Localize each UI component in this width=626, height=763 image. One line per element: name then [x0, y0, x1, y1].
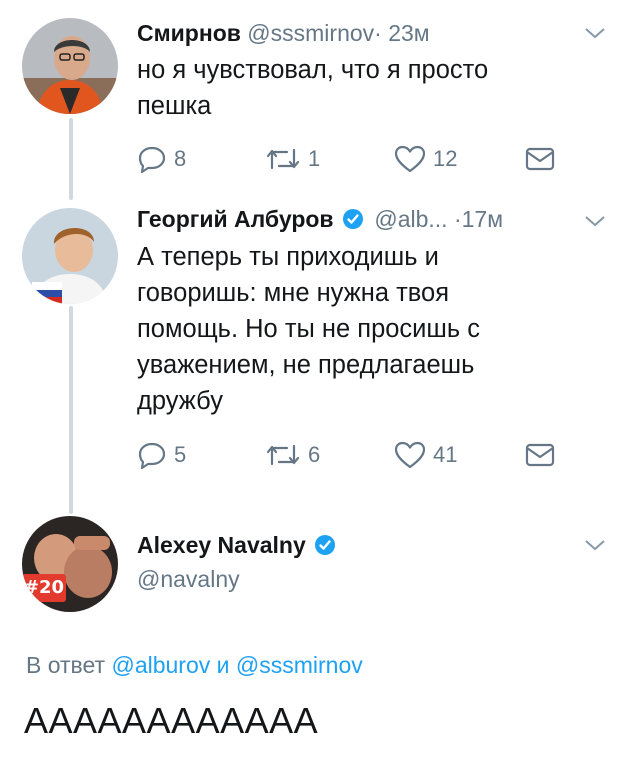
retweet-icon: [266, 148, 300, 170]
reply-icon: [138, 146, 166, 174]
reply-prefix: В ответ: [26, 652, 106, 678]
reply-conjunction: и: [216, 652, 230, 678]
reply-mention-link[interactable]: @sssmirnov: [236, 652, 363, 678]
direct-message-button[interactable]: [524, 142, 556, 176]
retweet-icon: [266, 444, 300, 466]
avatar[interactable]: #20: [22, 516, 118, 612]
tweet-text-line: но я чувствовал, что я просто: [137, 56, 489, 84]
direct-message-icon: [525, 443, 555, 467]
main-tweet-text: АААААААААААА: [24, 700, 319, 741]
tweet-text-line: говоришь: мне нужна твоя: [137, 279, 450, 307]
avatar-badge-text: #20: [23, 577, 65, 598]
direct-message-button[interactable]: [524, 438, 556, 472]
avatar[interactable]: [22, 208, 118, 304]
avatar[interactable]: [22, 18, 118, 114]
verified-icon: [342, 208, 364, 236]
separator-dot: ·: [374, 20, 382, 46]
direct-message-icon: [525, 147, 555, 171]
chevron-down-icon[interactable]: [584, 538, 606, 557]
tweet-text: А теперь ты приходишь и говоришь: мне ну…: [137, 239, 577, 419]
reply-count: 8: [174, 146, 187, 171]
tweet-text: но я чувствовал, что я просто пешка: [137, 52, 577, 124]
verified-icon: [314, 534, 336, 562]
separator-dot: ·: [453, 206, 462, 232]
reply-button[interactable]: 5: [137, 438, 186, 472]
timestamp[interactable]: 23м: [388, 20, 429, 46]
tweet-text-line: пешка: [137, 92, 212, 120]
author-name[interactable]: Alexey Navalny: [137, 532, 306, 558]
like-icon: [394, 441, 426, 469]
author-handle[interactable]: @navalny: [137, 566, 240, 592]
reply-context: В ответ @alburov и @sssmirnov: [26, 652, 363, 679]
author-name[interactable]: Смирнов: [137, 20, 241, 46]
reply-button[interactable]: 8: [137, 142, 186, 176]
like-count: 41: [433, 442, 458, 467]
chevron-down-icon[interactable]: [584, 214, 606, 233]
reply-mention-link[interactable]: @alburov: [111, 652, 210, 678]
reply-icon: [138, 442, 166, 470]
avatar-badge: #20: [22, 574, 66, 602]
tweet-text-line: дружбу: [137, 387, 223, 415]
retweet-button[interactable]: 1: [265, 142, 320, 176]
timestamp[interactable]: 17м: [462, 206, 503, 232]
like-button[interactable]: 12: [394, 142, 457, 176]
like-button[interactable]: 41: [394, 438, 457, 472]
chevron-down-icon[interactable]: [584, 26, 606, 45]
author-name[interactable]: Георгий Албуров: [137, 206, 334, 232]
like-icon: [394, 145, 426, 173]
tweet-text-line: А теперь ты приходишь и: [137, 243, 439, 271]
retweet-count: 1: [308, 146, 321, 171]
tweet-actions: 5 6 41: [137, 438, 567, 472]
retweet-button[interactable]: 6: [265, 438, 320, 472]
tweet-2[interactable]: Георгий Албуров @alb... ·17м А теперь ты…: [0, 200, 626, 510]
author-handle[interactable]: @sssmirnov: [247, 20, 374, 46]
retweet-count: 6: [308, 442, 321, 467]
like-count: 12: [433, 146, 458, 171]
reply-count: 5: [174, 442, 187, 467]
tweet-1[interactable]: Смирнов @sssmirnov· 23м но я чувствовал,…: [0, 0, 626, 200]
tweet-text-line: уважением, не предлагаешь: [137, 351, 475, 379]
tweet-text-line: помощь. Но ты не просишь с: [137, 315, 481, 343]
author-handle[interactable]: @alb...: [374, 206, 447, 232]
tweet-actions: 8 1 12: [137, 142, 567, 176]
